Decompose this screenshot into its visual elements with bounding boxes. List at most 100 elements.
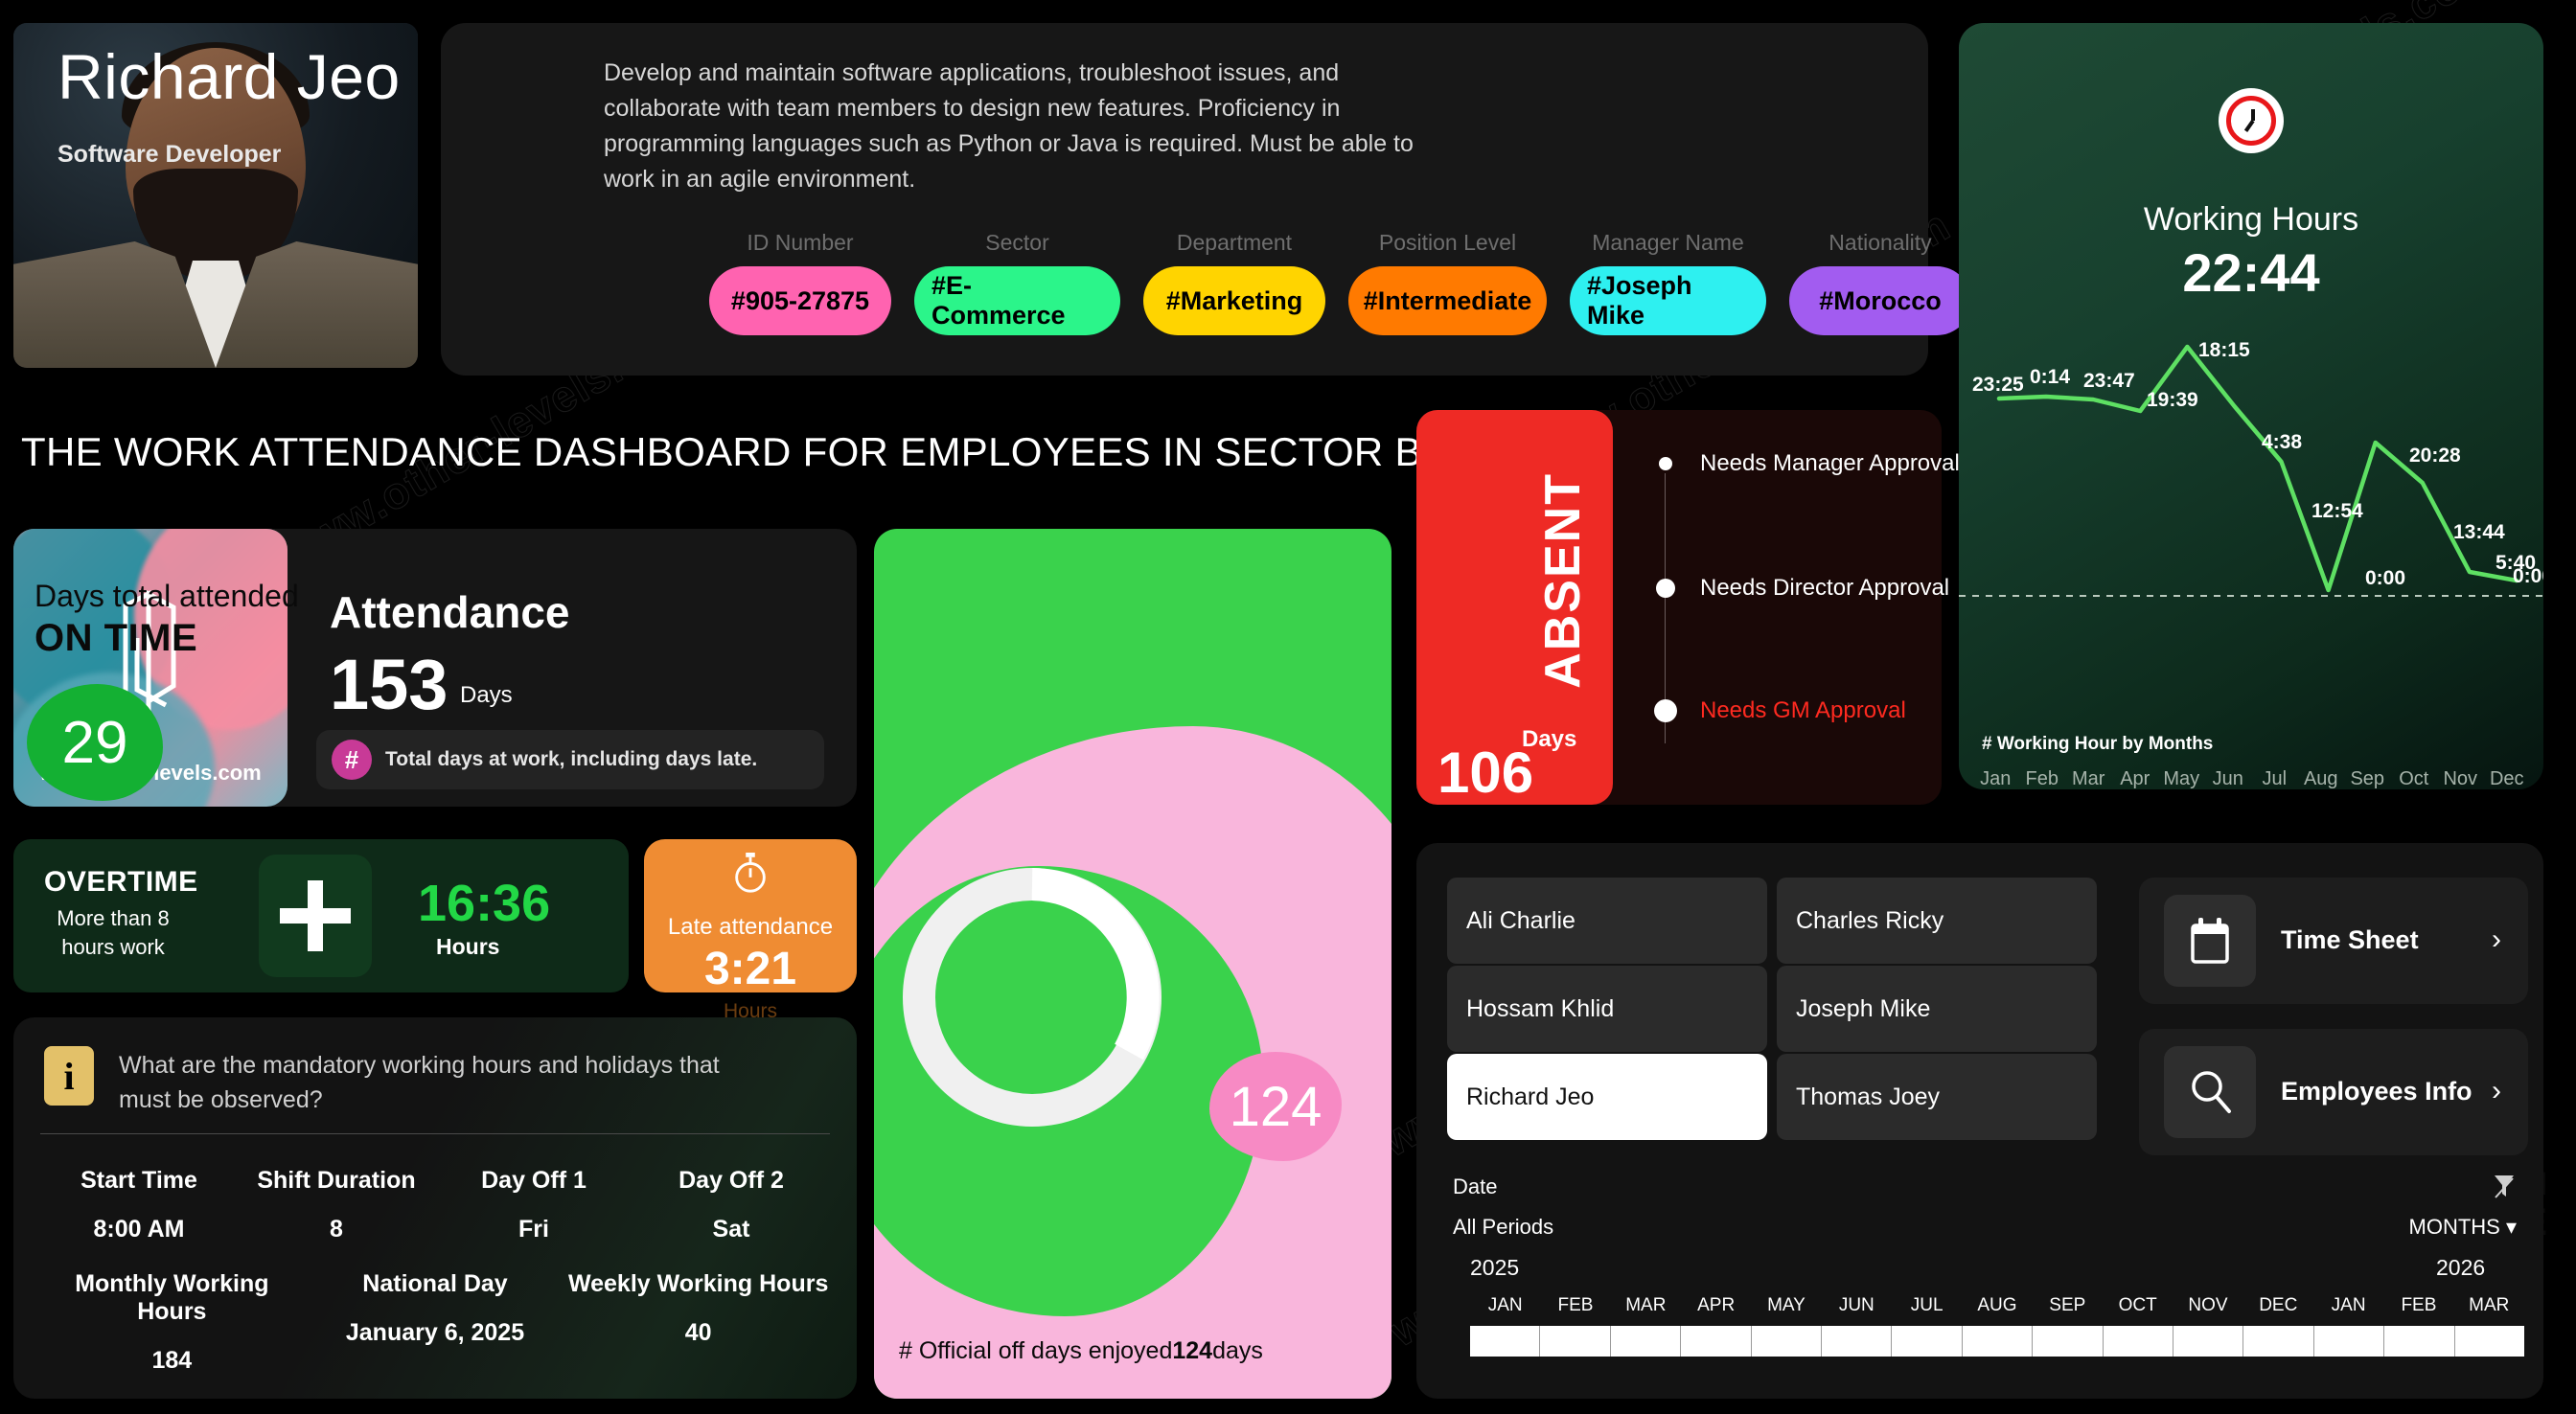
employee-tile[interactable]: Thomas Joey xyxy=(1777,1054,2097,1140)
slicer-segment[interactable] xyxy=(2174,1326,2244,1357)
employees-info-button[interactable]: Employees Info › xyxy=(2139,1029,2528,1155)
slicer-year-end: 2026 xyxy=(2436,1255,2486,1280)
mandatory-cell: Monthly Working Hours 184 xyxy=(40,1270,304,1375)
overtime-value: 16:36 xyxy=(418,875,551,932)
late-days-value: 124 xyxy=(1229,1075,1322,1138)
slicer-segment[interactable] xyxy=(1681,1326,1752,1357)
attendance-note-text: Total days at work, including days late. xyxy=(385,748,758,770)
slicer-segment[interactable] xyxy=(2033,1326,2104,1357)
attribute-chip-5: Nationality #Morocco xyxy=(1789,230,1971,335)
off-days-footer: # Official off days enjoyed124days xyxy=(899,1337,1263,1365)
chart-label-feb: 0:14 xyxy=(2030,366,2071,388)
on-time-value: 29 xyxy=(61,709,128,776)
slicer-tick-may: MAY xyxy=(1767,1295,1806,1315)
mandatory-value: Fri xyxy=(518,1216,549,1243)
slicer-tick-jun: JUN xyxy=(1838,1295,1874,1315)
working-hours-panel: Working Hours 22:44 23:25 0:14 23:47 19:39 1… xyxy=(1959,23,2543,789)
attendance-donut-chart xyxy=(903,868,1162,1127)
slicer-all-periods[interactable]: All Periods xyxy=(1453,1215,1553,1240)
approval-step-2: Needs GM Approval xyxy=(1654,697,1906,724)
job-description: Develop and maintain software applicatio… xyxy=(604,59,1414,193)
late-attendance-label: Late attendance xyxy=(667,914,834,940)
approval-steps: Needs Manager Approval Needs Director App… xyxy=(1654,450,1960,766)
x-tick-sep: Sep xyxy=(2350,768,2385,789)
late-value-badge: 124 xyxy=(1209,1052,1342,1161)
mandatory-value: Sat xyxy=(712,1216,750,1243)
slicer-segment[interactable] xyxy=(2243,1326,2314,1357)
attribute-chip-value[interactable]: #Joseph Mike xyxy=(1570,266,1766,335)
slicer-segment[interactable] xyxy=(1470,1326,1541,1357)
step-label: Needs GM Approval xyxy=(1700,697,1906,723)
attribute-chip-1: Sector #E-Commerce xyxy=(914,230,1120,335)
attribute-chip-value[interactable]: #905-27875 xyxy=(709,266,891,335)
step-dot xyxy=(1656,579,1675,598)
chart-label-jul: 12:54 xyxy=(2312,500,2363,522)
slicer-segment[interactable] xyxy=(2104,1326,2174,1357)
mandatory-value: 8:00 AM xyxy=(93,1216,185,1243)
attendance-note: # Total days at work, including days lat… xyxy=(316,730,824,789)
slicer-month-ticks: JAN FEB MAR APR MAY JUN JUL AUG SEP OCT NOV DEC JAN F… xyxy=(1470,1295,2524,1316)
slicer-segment[interactable] xyxy=(1540,1326,1611,1357)
mandatory-cell: Weekly Working Hours 40 xyxy=(566,1270,830,1375)
x-tick-mar: Mar xyxy=(2072,768,2105,789)
time-sheet-button[interactable]: Time Sheet › xyxy=(2139,878,2528,1004)
chart-label-mar: 23:47 xyxy=(2083,370,2135,392)
filter-icon[interactable] xyxy=(2492,1173,2517,1201)
slicer-segment[interactable] xyxy=(1892,1326,1963,1357)
chart-label-dec: 0:00 xyxy=(2513,565,2543,587)
employee-tile[interactable]: Hossam Khlid xyxy=(1447,966,1767,1052)
mandatory-cell: Day Off 2 Sat xyxy=(632,1167,830,1243)
slicer-segment[interactable] xyxy=(1822,1326,1893,1357)
attribute-chip-label: Sector xyxy=(985,230,1049,255)
slicer-range-bar[interactable] xyxy=(1470,1326,2524,1357)
mandatory-cell: Start Time 8:00 AM xyxy=(40,1167,238,1243)
slicer-tick-feb: FEB xyxy=(1557,1295,1594,1315)
employee-tile[interactable]: Ali Charlie xyxy=(1447,878,1767,964)
attribute-chip-value[interactable]: #E-Commerce xyxy=(914,266,1120,335)
slicer-year-start: 2025 xyxy=(1470,1255,1520,1280)
employee-role: Software Developer xyxy=(58,141,282,168)
slicer-segment[interactable] xyxy=(2314,1326,2385,1357)
mandatory-row-1: Start Time 8:00 AM Shift Duration 8 Day Off … xyxy=(40,1167,830,1243)
chart-label-sep: 20:28 xyxy=(2409,445,2461,467)
employee-tile[interactable]: Charles Ricky xyxy=(1777,878,2097,964)
slicer-segment[interactable] xyxy=(2455,1326,2524,1357)
chart-x-axis: Jan Feb Mar Apr May Jun Jul Aug Sep Oct Nov Dec xyxy=(1959,768,2543,789)
employee-tile[interactable]: Joseph Mike xyxy=(1777,966,2097,1052)
slicer-granularity-label: MONTHS xyxy=(2408,1215,2500,1239)
slicer-granularity[interactable]: MONTHS ▾ xyxy=(2409,1215,2518,1240)
x-tick-may: May xyxy=(2163,768,2200,789)
mandatory-question: What are the mandatory working hours and… xyxy=(119,1052,720,1113)
late-attendance-card: Late attendance 3:21 Hours xyxy=(644,839,857,1022)
attribute-chip-value[interactable]: #Marketing xyxy=(1143,266,1325,335)
slicer-segment[interactable] xyxy=(2384,1326,2455,1357)
employee-tile[interactable]: Richard Jeo xyxy=(1447,1054,1767,1140)
attribute-chip-value[interactable]: #Morocco xyxy=(1789,266,1971,335)
attribute-chip-4: Manager Name #Joseph Mike xyxy=(1570,230,1766,335)
slicer-tick-nov: NOV xyxy=(2188,1295,2228,1315)
x-tick-jul: Jul xyxy=(2262,768,2288,789)
slicer-tick-feb: FEB xyxy=(2401,1295,2437,1315)
off-days-suffix: days xyxy=(1212,1337,1263,1364)
mandatory-cell: Day Off 1 Fri xyxy=(435,1167,632,1243)
overtime-sub: More than 8 hours work xyxy=(57,906,170,959)
chart-label-oct: 13:44 xyxy=(2453,521,2505,543)
on-time-subtitle: Days total attended xyxy=(34,579,299,613)
slicer-segment[interactable] xyxy=(1752,1326,1823,1357)
mandatory-value: 40 xyxy=(684,1319,712,1346)
chart-label-jan: 23:25 xyxy=(1972,374,2024,396)
attribute-chip-3: Position Level #Intermediate xyxy=(1348,230,1547,335)
mandatory-value: January 6, 2025 xyxy=(345,1319,525,1346)
slicer-segment[interactable] xyxy=(1611,1326,1682,1357)
off-days-value: 124 xyxy=(1172,1337,1213,1364)
off-days-prefix: # Official off days enjoyed xyxy=(899,1337,1173,1364)
slicer-tick-sep: SEP xyxy=(2049,1295,2086,1315)
attribute-chip-value[interactable]: #Intermediate xyxy=(1348,266,1547,335)
slicer-segment[interactable] xyxy=(1963,1326,2034,1357)
chart-legend: # Working Hour by Months xyxy=(1982,734,2214,754)
hash-icon: # xyxy=(332,740,372,780)
x-tick-apr: Apr xyxy=(2120,768,2150,789)
attendance-unit: Days xyxy=(460,682,513,708)
button-label: Employees Info xyxy=(2281,1077,2472,1106)
slicer-tick-aug: AUG xyxy=(1977,1295,2017,1315)
